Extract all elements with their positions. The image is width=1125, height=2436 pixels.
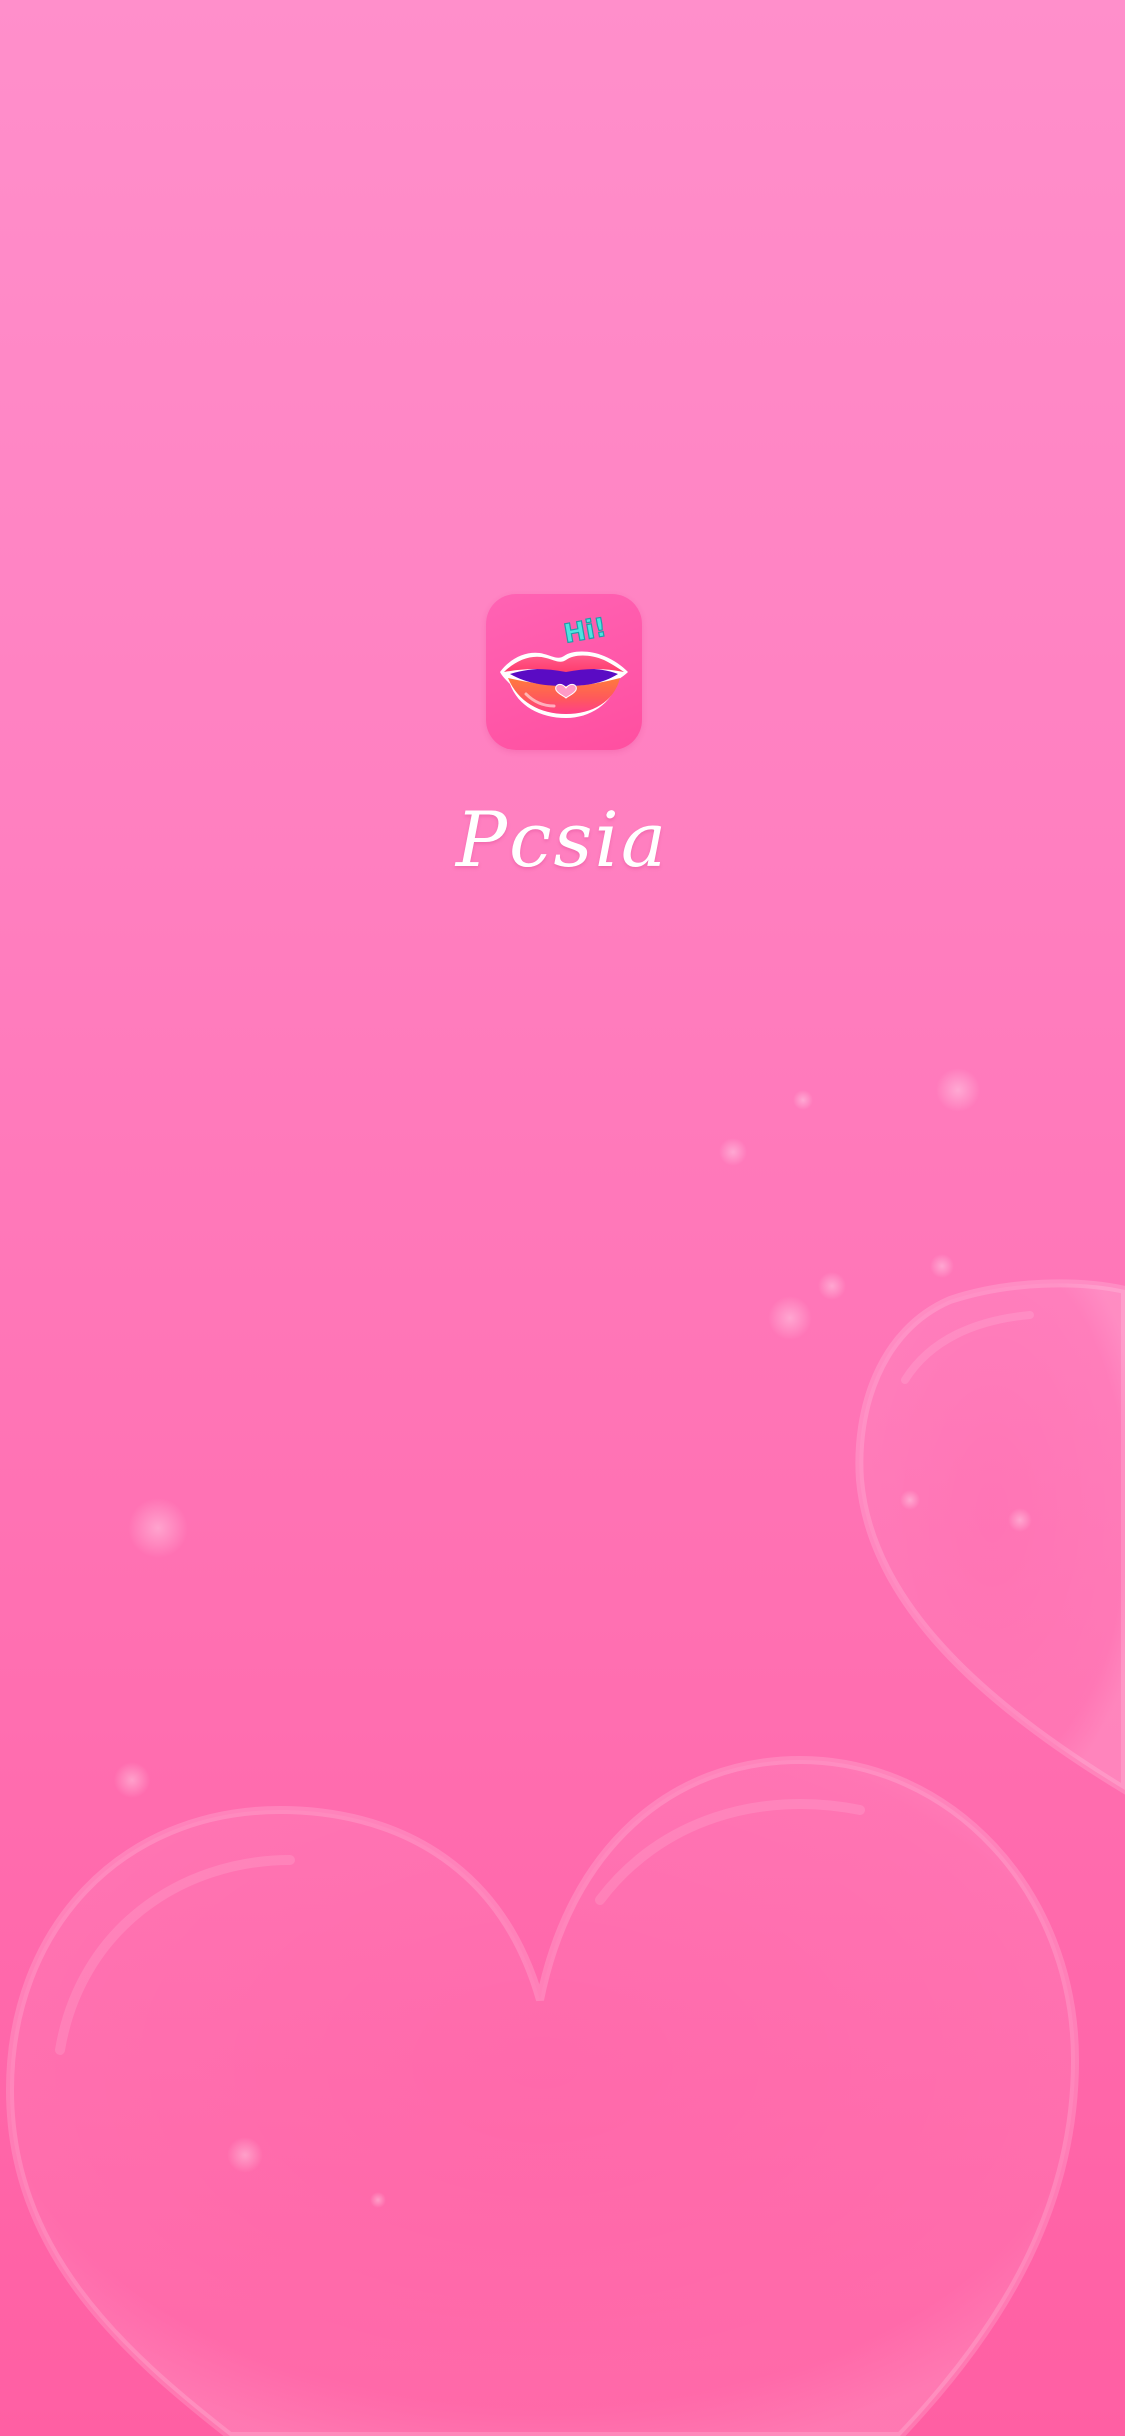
small-heart-bubble [855,1279,1125,1795]
app-name-title: Pcsia [455,795,669,884]
svg-text:Hi!: Hi! [562,613,609,650]
large-heart-bubble [5,1755,1080,2436]
heart-bubbles-background [5,1068,1125,2436]
lips-logo-icon: Hi! [500,612,628,718]
app-logo-icon: Hi! [486,594,642,750]
splash-screen: Hi! Pcsia [0,0,1125,2436]
